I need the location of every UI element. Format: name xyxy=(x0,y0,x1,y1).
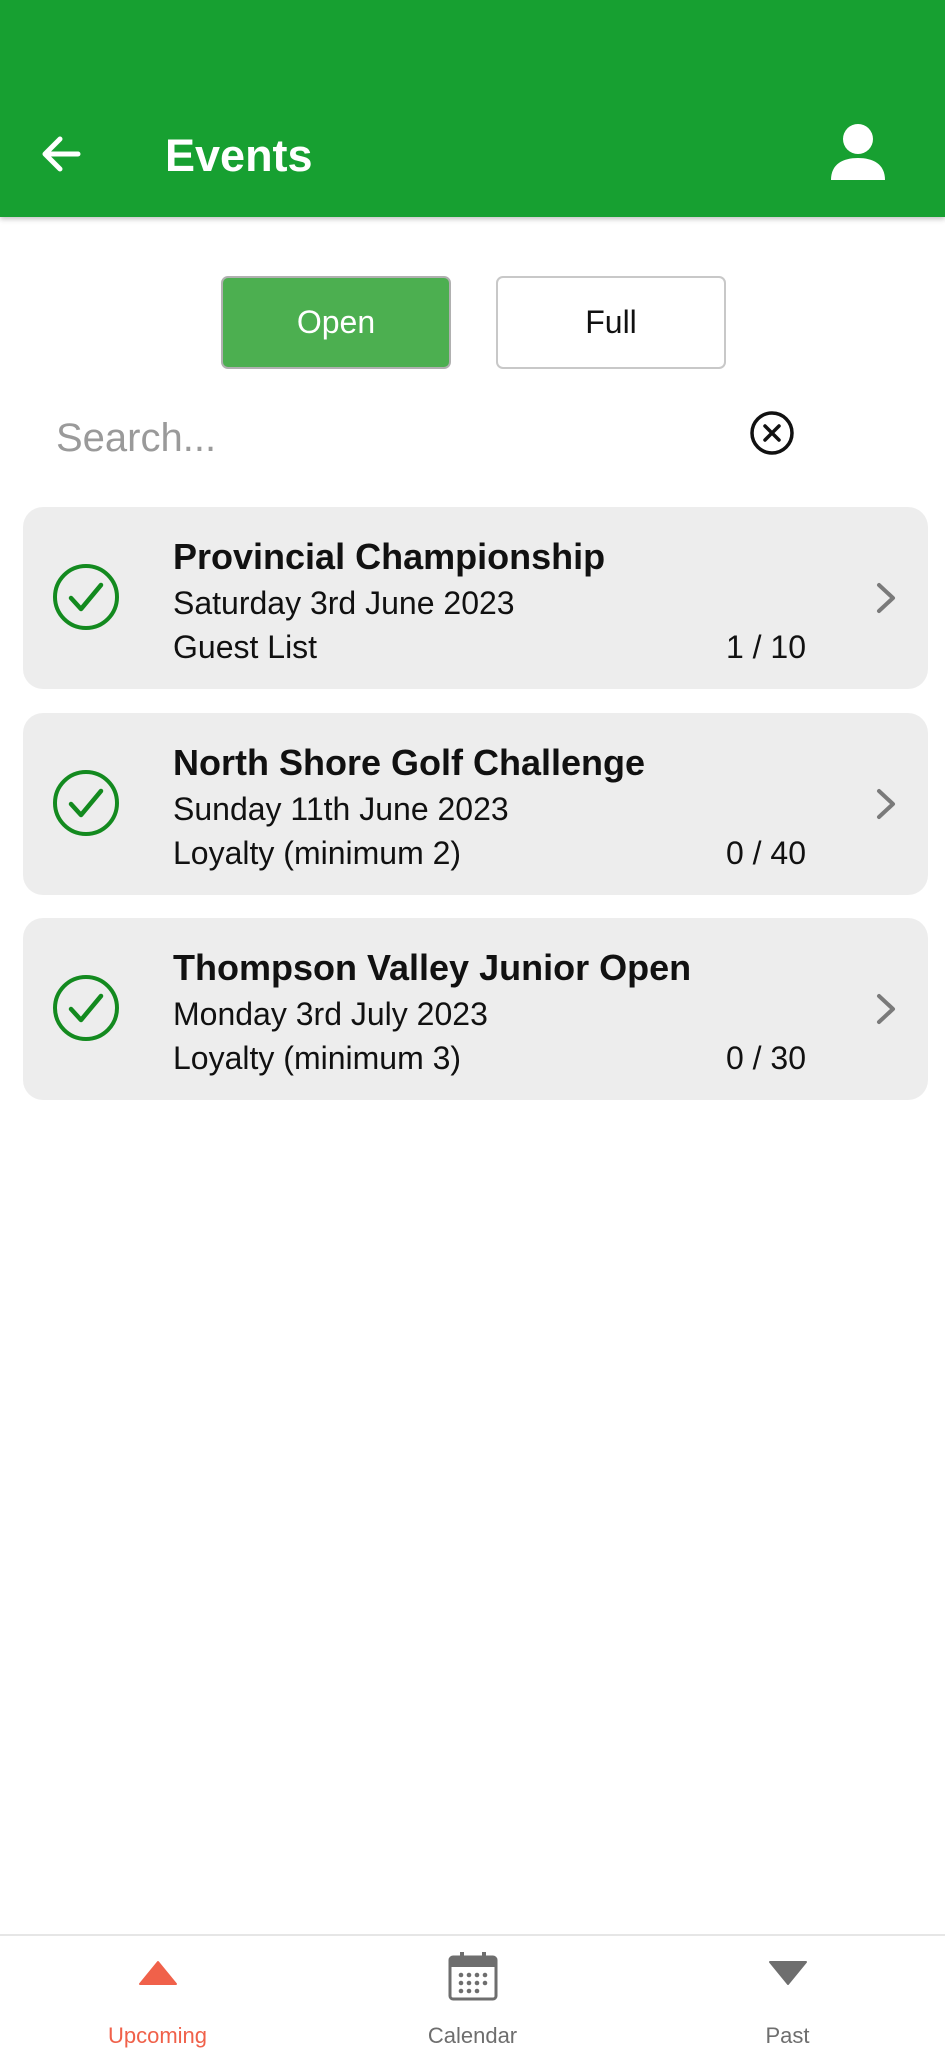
event-count: 0 / 40 xyxy=(725,835,806,871)
profile-button[interactable] xyxy=(828,122,888,184)
event-card[interactable]: Thompson Valley Junior Open Monday 3rd J… xyxy=(23,918,928,1100)
event-type: Guest List xyxy=(173,629,318,665)
event-title: Thompson Valley Junior Open xyxy=(173,947,692,988)
search-input[interactable] xyxy=(56,405,736,471)
nav-label: Past xyxy=(765,2023,810,2048)
app-bar: Events xyxy=(0,0,945,217)
event-title: North Shore Golf Challenge xyxy=(173,742,646,783)
calendar-icon xyxy=(448,1952,497,2001)
arrow-left-icon xyxy=(42,136,81,172)
event-card[interactable]: Provincial Championship Saturday 3rd Jun… xyxy=(23,507,928,689)
filter-full-button[interactable]: Full xyxy=(496,276,726,369)
nav-past[interactable]: Past xyxy=(630,1936,945,2048)
check-circle-icon xyxy=(53,564,119,630)
person-icon xyxy=(831,124,885,180)
chevron-right-icon xyxy=(877,789,895,819)
chevron-right-icon xyxy=(877,583,895,613)
event-date: Sunday 11th June 2023 xyxy=(173,791,509,827)
check-circle-icon xyxy=(53,975,119,1041)
nav-label: Calendar xyxy=(427,2023,518,2048)
event-count: 0 / 30 xyxy=(725,1040,806,1076)
check-circle-icon xyxy=(53,770,119,836)
chevron-right-icon xyxy=(877,994,895,1024)
clear-circle-icon xyxy=(750,411,794,455)
nav-calendar[interactable]: Calendar xyxy=(315,1936,630,2048)
triangle-down-icon xyxy=(768,1961,807,1985)
back-button[interactable] xyxy=(38,124,90,184)
event-type: Loyalty (minimum 2) xyxy=(173,835,462,871)
page-title: Events xyxy=(165,130,313,181)
event-count: 1 / 10 xyxy=(725,629,806,665)
event-card[interactable]: North Shore Golf Challenge Sunday 11th J… xyxy=(23,713,928,895)
event-type: Loyalty (minimum 3) xyxy=(173,1040,462,1076)
event-date: Saturday 3rd June 2023 xyxy=(173,585,515,621)
event-title: Provincial Championship xyxy=(173,536,606,577)
triangle-up-icon xyxy=(138,1961,177,1985)
filter-open-button[interactable]: Open xyxy=(221,276,451,369)
clear-search-button[interactable] xyxy=(748,409,796,457)
nav-label: Upcoming xyxy=(107,2023,208,2048)
bottom-nav: Upcoming Calendar Past xyxy=(0,1934,945,2048)
event-date: Monday 3rd July 2023 xyxy=(173,996,488,1032)
nav-upcoming[interactable]: Upcoming xyxy=(0,1936,315,2048)
